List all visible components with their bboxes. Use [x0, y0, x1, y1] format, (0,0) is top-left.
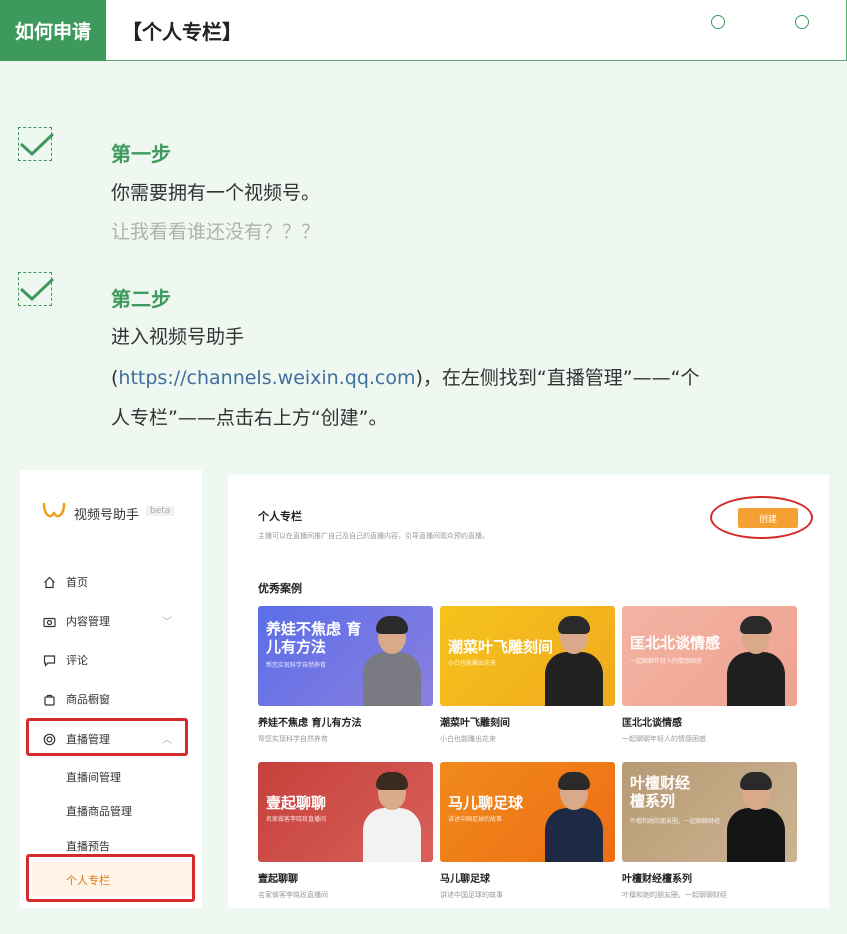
live-sub-preview[interactable]: 直播预告: [66, 838, 110, 854]
section-header: 如何申请 【个人专栏】: [0, 0, 847, 61]
channels-link[interactable]: https://channels.weixin.qq.com: [118, 367, 415, 389]
case-desc: 小白也能雕出花来: [440, 735, 496, 743]
presenter-photo: [363, 614, 421, 706]
cover-subtitle: 帮您实现科学自然养育: [266, 662, 327, 669]
home-icon: [42, 575, 56, 589]
app-name: 视频号助手: [74, 508, 140, 523]
case-desc: 一起聊聊年轻人的情感困惑: [622, 735, 706, 743]
nav-label: 首页: [66, 576, 88, 589]
nav-label: 商品橱窗: [66, 693, 110, 706]
case-desc: 叶檀和她的朋友圈，一起聊聊财经: [622, 891, 727, 899]
panel-description: 主播可以在直播间推广自己及自己的直播内容，引导直播间观众预约直播。: [258, 532, 489, 540]
circle-icon: [795, 15, 809, 29]
highlight-box: [26, 718, 188, 756]
case-card[interactable]: 养娃不焦虑 育儿有方法 帮您实现科学自然养育 养娃不焦虑 育儿有方法 帮您实现科…: [258, 606, 433, 744]
step-1-title: 第一步: [111, 142, 171, 166]
live-sub-products[interactable]: 直播商品管理: [66, 803, 132, 819]
case-card[interactable]: 叶檀财经檀系列 叶檀和她的朋友圈，一起聊聊财经 叶檀财经檀系列 叶檀和她的朋友圈…: [622, 762, 797, 900]
case-card[interactable]: 马儿聊足球 讲述中国足球的故事 马儿聊足球 讲述中国足球的故事: [440, 762, 615, 900]
cover-subtitle: 名家做客李晓玫直播间: [266, 816, 327, 823]
cover-subtitle: 讲述中国足球的故事: [448, 816, 503, 823]
panel-title: 个人专栏: [258, 510, 302, 523]
cases-title: 优秀案例: [258, 582, 302, 595]
section-tag: 如何申请: [0, 0, 106, 61]
assistant-sidebar: 视频号助手 beta 首页 内容管理 ﹀ 评论 商品橱窗 直播管理 ︿ 直播间管…: [20, 470, 202, 908]
circle-icon: [711, 15, 725, 29]
case-name: 壹起聊聊: [258, 874, 298, 885]
instructions-rest: )，在左侧找到“直播管理”——“个: [415, 367, 700, 389]
presenter-photo: [363, 770, 421, 862]
cover-subtitle: 一起聊聊年轻人的情感困惑: [630, 658, 703, 665]
cover-subtitle: 小白也能雕出花来: [448, 660, 497, 667]
case-name: 养娃不焦虑 育儿有方法: [258, 718, 362, 729]
step-2-title: 第二步: [111, 287, 171, 311]
case-cover: 潮菜叶飞雕刻间 小白也能雕出花来: [440, 606, 615, 706]
presenter-photo: [727, 770, 785, 862]
case-card[interactable]: 匡北北谈情感 一起聊聊年轻人的情感困惑 匡北北谈情感 一起聊聊年轻人的情感困惑: [622, 606, 797, 744]
presenter-photo: [545, 770, 603, 862]
section-title: 【个人专栏】: [122, 20, 242, 44]
highlight-oval: [710, 496, 813, 539]
step-2-instructions: (https://channels.weixin.qq.com)，在左侧找到“直…: [111, 363, 699, 390]
case-cover: 养娃不焦虑 育儿有方法 帮您实现科学自然养育: [258, 606, 433, 706]
nav-label: 内容管理: [66, 615, 110, 628]
chevron-down-icon[interactable]: ﹀: [162, 613, 172, 628]
cover-title: 潮菜叶飞雕刻间: [448, 638, 554, 656]
case-cover: 匡北北谈情感 一起聊聊年轻人的情感困惑: [622, 606, 797, 706]
channels-logo-icon: [42, 502, 66, 518]
cover-title: 马儿聊足球: [448, 794, 524, 812]
cover-title: 养娃不焦虑 育儿有方法: [266, 620, 362, 656]
cover-title: 叶檀财经檀系列: [630, 774, 691, 810]
nav-label: 评论: [66, 654, 88, 667]
step-1-subtext: 让我看看谁还没有？？？: [111, 221, 321, 243]
case-name: 匡北北谈情感: [622, 718, 682, 729]
step-2-instructions-cont: 人专栏”——点击右上方“创建”。: [111, 407, 388, 429]
checkmark-icon: [18, 127, 55, 161]
case-card[interactable]: 壹起聊聊 名家做客李晓玫直播间 壹起聊聊 名家做客李晓玫直播间: [258, 762, 433, 900]
comment-icon: [42, 653, 56, 667]
step-2-text: 进入视频号助手: [111, 326, 245, 348]
checkmark-icon: [18, 272, 55, 306]
case-cover: 马儿聊足球 讲述中国足球的故事: [440, 762, 615, 862]
case-name: 马儿聊足球: [440, 874, 490, 885]
case-desc: 帮您实现科学自然养育: [258, 735, 328, 743]
case-card[interactable]: 潮菜叶飞雕刻间 小白也能雕出花来 潮菜叶飞雕刻间 小白也能雕出花来: [440, 606, 615, 744]
nav-item-comments[interactable]: 评论: [42, 652, 88, 668]
cover-title: 壹起聊聊: [266, 794, 327, 812]
case-cover: 壹起聊聊 名家做客李晓玫直播间: [258, 762, 433, 862]
presenter-photo: [727, 614, 785, 706]
step-1-text: 你需要拥有一个视频号。: [111, 182, 321, 204]
camera-icon: [42, 614, 56, 628]
presenter-photo: [545, 614, 603, 706]
case-cover: 叶檀财经檀系列 叶檀和她的朋友圈，一起聊聊财经: [622, 762, 797, 862]
beta-badge: beta: [146, 506, 175, 516]
case-name: 潮菜叶飞雕刻间: [440, 718, 510, 729]
nav-item-showcase[interactable]: 商品橱窗: [42, 691, 110, 707]
bag-icon: [42, 692, 56, 706]
nav-item-content[interactable]: 内容管理: [42, 613, 110, 629]
cover-subtitle: 叶檀和她的朋友圈，一起聊聊财经: [630, 818, 721, 825]
cover-title: 匡北北谈情感: [630, 634, 721, 652]
highlight-box: [26, 854, 195, 902]
case-name: 叶檀财经檀系列: [622, 874, 692, 885]
live-sub-rooms[interactable]: 直播间管理: [66, 769, 121, 785]
case-desc: 讲述中国足球的故事: [440, 891, 503, 899]
assistant-main-panel: 个人专栏 主播可以在直播间推广自己及自己的直播内容，引导直播间观众预约直播。 创…: [228, 475, 829, 908]
nav-item-home[interactable]: 首页: [42, 574, 88, 590]
case-desc: 名家做客李晓玫直播间: [258, 891, 328, 899]
